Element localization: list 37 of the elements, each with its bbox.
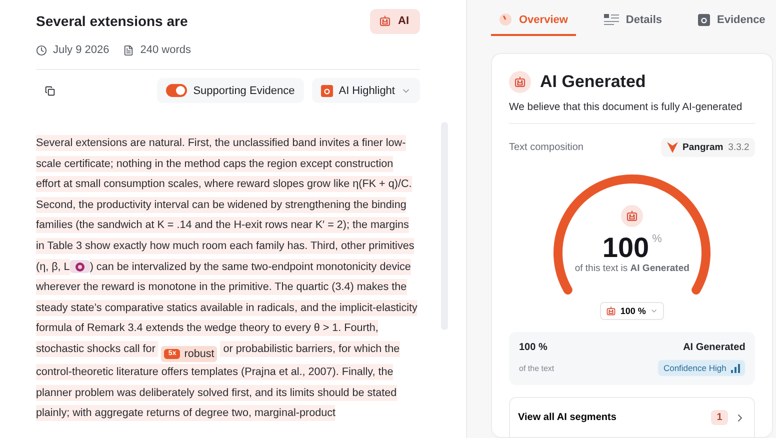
- result-title: AI Generated: [540, 72, 646, 92]
- copy-icon[interactable]: [45, 86, 55, 96]
- gauge-icon: [499, 13, 512, 26]
- percentage-dropdown[interactable]: 100 %: [600, 302, 664, 320]
- model-badge: Pangram 3.3.2: [660, 138, 756, 157]
- composition-label: Text composition: [509, 142, 584, 153]
- supporting-evidence-toggle[interactable]: Supporting Evidence: [157, 78, 304, 103]
- robot-icon: [606, 306, 616, 316]
- robot-icon: [379, 15, 391, 27]
- clock-icon: [36, 44, 47, 56]
- document-icon: [123, 44, 134, 56]
- tab[interactable]: Details: [596, 9, 670, 36]
- list-icon: [604, 14, 619, 26]
- segment-count: 1: [710, 410, 728, 425]
- stat-label: AI Generated: [682, 342, 746, 353]
- document-date: July 9 2026: [53, 44, 110, 56]
- word-count: 240 words: [140, 44, 192, 56]
- signal-bars-icon: [731, 364, 740, 372]
- document-title: Several extensions are: [36, 13, 188, 29]
- chevron-down-icon: [650, 307, 658, 315]
- emoji-icon: [70, 260, 90, 274]
- stat-caption: of the text: [519, 364, 556, 372]
- letter-tile-icon: [698, 14, 710, 26]
- percent-sign: %: [652, 233, 662, 245]
- logo-icon: [666, 142, 678, 153]
- robot-icon: [514, 76, 526, 88]
- gauge-caption: of this text is AI Generated: [574, 263, 690, 274]
- robot-icon: [626, 210, 638, 222]
- percentage-value: 100: [602, 233, 650, 263]
- ai-badge: AI: [370, 8, 420, 34]
- stat-percentage: 100 %: [519, 342, 548, 353]
- tab[interactable]: Evidence: [690, 9, 774, 36]
- highlight-dropdown[interactable]: AI Highlight: [312, 78, 420, 103]
- view-segments-row[interactable]: View all AI segments 1: [509, 397, 756, 437]
- letter-tile-icon: [320, 84, 333, 96]
- confidence-badge: Confidence High: [658, 360, 746, 376]
- result-description: We believe that this document is fully AI-generated: [509, 102, 744, 113]
